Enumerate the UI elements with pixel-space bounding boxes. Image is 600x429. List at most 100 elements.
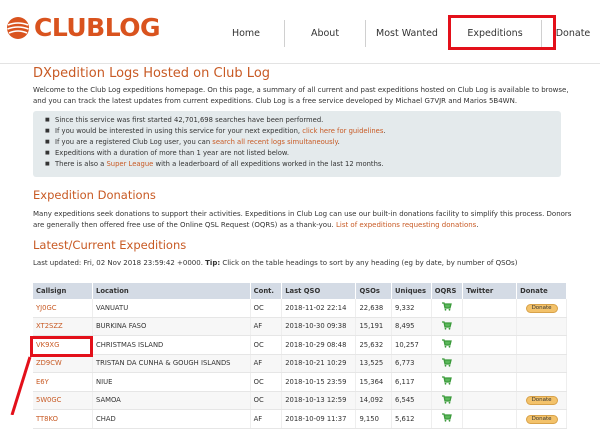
nav-most-wanted[interactable]: Most Wanted — [365, 20, 448, 47]
info-searches: Since this service was first started 42,… — [45, 115, 561, 126]
info-search-logs: If you are a registered Club Log user, y… — [45, 137, 561, 148]
latest-heading: Latest/Current Expeditions — [33, 238, 187, 252]
location-cell: TRISTAN DA CUNHA & GOUGH ISLANDS — [92, 354, 251, 373]
continent-cell: AF — [250, 354, 283, 373]
table-row[interactable]: E6Y NIUE OC 2018-10-15 23:59 15,364 6,117 — [33, 372, 567, 392]
last-qso-cell: 2018-10-15 23:59 — [281, 372, 357, 392]
super-league-link[interactable]: Super League — [106, 160, 153, 168]
header-oqrs[interactable]: OQRS — [431, 283, 464, 299]
location-cell: BURKINA FASO — [92, 317, 251, 336]
location-cell: CHRISTMAS ISLAND — [92, 335, 251, 355]
clublog-logo[interactable]: CLUBLOG — [5, 13, 161, 42]
oqrs-cart-icon[interactable] — [441, 376, 452, 385]
nav-expeditions[interactable]: Expeditions — [448, 20, 541, 47]
header-qsos[interactable]: QSOs — [355, 283, 393, 299]
callsign-cell[interactable]: VK9XG — [33, 335, 93, 355]
table-row[interactable]: ZD9CW TRISTAN DA CUNHA & GOUGH ISLANDS AF 2… — [33, 354, 567, 373]
nav-about[interactable]: About — [284, 20, 365, 47]
oqrs-cart-icon[interactable] — [441, 302, 452, 311]
callsign-cell[interactable]: 5W0GC — [33, 391, 93, 410]
twitter-cell — [462, 335, 518, 355]
guidelines-link[interactable]: click here for guidelines — [302, 127, 383, 135]
uniques-cell: 6,545 — [391, 391, 432, 410]
globe-logo-icon — [7, 16, 29, 39]
table-row[interactable]: XT2SZZ BURKINA FASO AF 2018-10-30 09:38 15,1… — [33, 317, 567, 336]
continent-cell: OC — [250, 335, 283, 355]
oqrs-cart-icon[interactable] — [441, 339, 452, 348]
last-qso-cell: 2018-10-30 09:38 — [281, 317, 357, 336]
table-row[interactable]: TT8KO CHAD AF 2018-10-09 11:37 9,150 5,612 Don… — [33, 409, 567, 429]
twitter-cell — [462, 391, 518, 410]
last-qso-cell: 2018-11-02 22:14 — [281, 299, 357, 318]
header-uniques[interactable]: Uniques — [391, 283, 432, 299]
uniques-cell: 5,612 — [391, 409, 432, 429]
last-qso-cell: 2018-10-13 12:59 — [281, 391, 357, 410]
intro-text: Welcome to the Club Log expeditions home… — [33, 86, 569, 105]
header-callsign[interactable]: Callsign — [33, 283, 93, 299]
header-location[interactable]: Location — [92, 283, 251, 299]
donate-cell: Donate — [516, 391, 567, 410]
table-row[interactable]: YJ0GC VANUATU OC 2018-11-02 22:14 22,638 9,33… — [33, 299, 567, 318]
table-body: YJ0GC VANUATU OC 2018-11-02 22:14 22,638 9,33… — [33, 299, 567, 429]
continent-cell: OC — [250, 391, 283, 410]
donate-cell: Donate — [516, 299, 567, 318]
expeditions-table: Callsign Location Cont. Last QSO QSOs Un… — [33, 283, 567, 429]
qsos-cell: 15,191 — [355, 317, 393, 336]
donate-button[interactable]: Donate — [525, 303, 558, 313]
donate-cell — [516, 372, 567, 392]
qsos-cell: 13,525 — [355, 354, 393, 373]
oqrs-cart-icon[interactable] — [441, 395, 452, 404]
table-header-row: Callsign Location Cont. Last QSO QSOs Un… — [33, 283, 567, 299]
donations-list-link[interactable]: List of expeditions requesting donations — [336, 221, 476, 229]
logo-text: CLUBLOG — [34, 13, 161, 42]
location-cell: VANUATU — [92, 299, 251, 318]
donate-cell — [516, 317, 567, 336]
oqrs-cart-icon[interactable] — [441, 358, 452, 367]
callsign-cell[interactable]: ZD9CW — [33, 354, 93, 373]
location-cell: NIUE — [92, 372, 251, 392]
info-super-league: There is also a Super League with a lead… — [45, 159, 561, 170]
oqrs-cell — [431, 299, 464, 318]
twitter-cell — [462, 317, 518, 336]
donate-cell — [516, 354, 567, 373]
search-logs-link[interactable]: search all recent logs simultaneously — [212, 138, 337, 146]
table-row[interactable]: VK9XG CHRISTMAS ISLAND OC 2018-10-29 08:48 2… — [33, 335, 567, 355]
uniques-cell: 6,117 — [391, 372, 432, 392]
info-duration: Expeditions with a duration of more than… — [45, 148, 561, 159]
oqrs-cell — [431, 317, 464, 336]
oqrs-cell — [431, 354, 464, 373]
nav-donate[interactable]: Donate — [541, 20, 600, 47]
continent-cell: AF — [250, 317, 283, 336]
donate-cell: Donate — [516, 409, 567, 429]
header-continent[interactable]: Cont. — [250, 283, 283, 299]
header-donate[interactable]: Donate — [516, 283, 567, 299]
location-cell: SAMOA — [92, 391, 251, 410]
donate-button[interactable]: Donate — [525, 414, 558, 424]
qsos-cell: 22,638 — [355, 299, 393, 318]
last-qso-cell: 2018-10-29 08:48 — [281, 335, 357, 355]
callsign-cell[interactable]: XT2SZZ — [33, 317, 93, 336]
header-last-qso[interactable]: Last QSO — [281, 283, 357, 299]
oqrs-cell — [431, 335, 464, 355]
uniques-cell: 10,257 — [391, 335, 432, 355]
oqrs-cart-icon[interactable] — [441, 321, 452, 330]
page-title: DXpedition Logs Hosted on Club Log — [33, 66, 271, 81]
uniques-cell: 6,773 — [391, 354, 432, 373]
top-bar: CLUBLOG Home About Most Wanted Expeditio… — [0, 0, 600, 64]
donations-text: Many expeditions seek donations to suppo… — [33, 210, 572, 229]
twitter-cell — [462, 409, 518, 429]
nav-home[interactable]: Home — [208, 20, 284, 47]
callsign-cell[interactable]: TT8KO — [33, 409, 93, 429]
qsos-cell: 25,632 — [355, 335, 393, 355]
twitter-cell — [462, 372, 518, 392]
callsign-cell[interactable]: E6Y — [33, 372, 93, 392]
callsign-cell[interactable]: YJ0GC — [33, 299, 93, 318]
main-nav: Home About Most Wanted Expeditions Donat… — [208, 20, 600, 47]
oqrs-cell — [431, 409, 464, 429]
table-row[interactable]: 5W0GC SAMOA OC 2018-10-13 12:59 14,092 6,545 D… — [33, 391, 567, 410]
twitter-cell — [462, 354, 518, 373]
oqrs-cell — [431, 372, 464, 392]
donate-button[interactable]: Donate — [525, 396, 558, 406]
header-twitter[interactable]: Twitter — [462, 283, 518, 299]
qsos-cell: 9,150 — [355, 409, 393, 429]
